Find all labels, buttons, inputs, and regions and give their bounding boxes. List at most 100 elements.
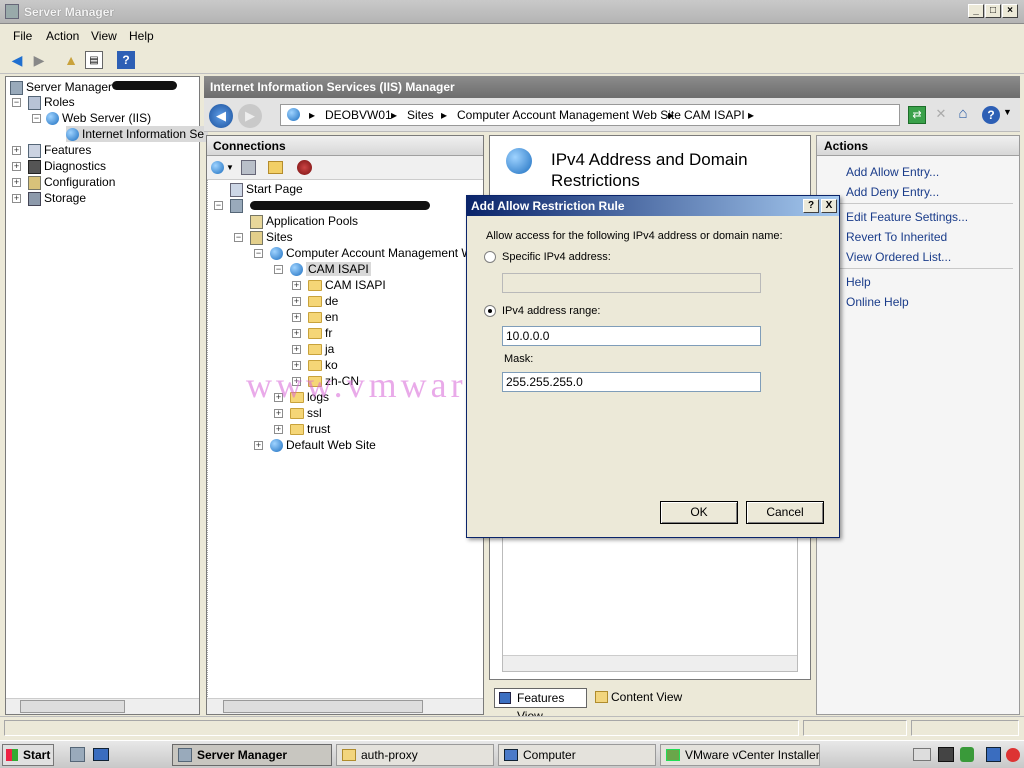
expand-toggle[interactable]: + — [274, 409, 283, 418]
horizontal-scrollbar[interactable] — [503, 655, 797, 671]
collapse-toggle[interactable]: − — [12, 98, 21, 107]
expand-toggle[interactable]: + — [274, 425, 283, 434]
tree-item-server-manager[interactable]: Server Manager — [10, 79, 112, 95]
mask-input[interactable]: 255.255.255.0 — [502, 372, 761, 392]
horizontal-scrollbar[interactable] — [6, 698, 199, 714]
chevron-down-icon[interactable]: ▼ — [226, 163, 234, 172]
tree-item-server[interactable] — [230, 197, 246, 213]
tree-item-default-web-site[interactable]: Default Web Site — [270, 437, 376, 453]
collapse-toggle[interactable]: − — [234, 233, 243, 242]
tree-item-sites[interactable]: Sites — [250, 229, 293, 245]
menu-file[interactable]: File — [13, 29, 32, 43]
task-server-manager[interactable]: Server Manager — [172, 744, 332, 766]
tab-content-view[interactable]: Content View — [593, 688, 689, 708]
stop-icon[interactable]: ✕ — [932, 106, 950, 124]
breadcrumb-item[interactable]: DEOBVW01 — [325, 105, 392, 125]
expand-toggle[interactable]: + — [12, 194, 21, 203]
breadcrumb-item[interactable]: CAM ISAPI — [684, 105, 745, 125]
tree-item-cam-isapi-folder[interactable]: CAM ISAPI — [308, 277, 386, 293]
tree-item-start-page[interactable]: Start Page — [230, 181, 303, 197]
expand-toggle[interactable]: + — [292, 345, 301, 354]
action-add-deny-entry[interactable]: Add Deny Entry... — [846, 185, 939, 199]
collapse-toggle[interactable]: − — [214, 201, 223, 210]
collapse-toggle[interactable]: − — [254, 249, 263, 258]
action-add-allow-entry[interactable]: Add Allow Entry... — [846, 165, 939, 179]
specific-ipv4-input[interactable] — [502, 273, 761, 293]
network-tray-icon[interactable] — [986, 747, 1001, 762]
connect-icon[interactable] — [211, 161, 224, 174]
expand-toggle[interactable]: + — [292, 313, 301, 322]
action-revert-to-inherited[interactable]: Revert To Inherited — [846, 230, 947, 244]
expand-toggle[interactable]: + — [292, 329, 301, 338]
horizontal-scrollbar[interactable] — [207, 698, 483, 714]
collapse-toggle[interactable]: − — [32, 114, 41, 123]
back-button[interactable]: ◀ — [209, 104, 233, 128]
tree-item-web-server[interactable]: Web Server (IIS) — [46, 110, 151, 126]
task-auth-proxy[interactable]: auth-proxy — [336, 744, 494, 766]
dialog-help-button[interactable]: ? — [803, 199, 819, 213]
tree-item-folder-de[interactable]: de — [308, 293, 338, 309]
dialog-close-button[interactable]: X — [821, 199, 837, 213]
expand-toggle[interactable]: + — [292, 297, 301, 306]
cancel-button[interactable]: Cancel — [746, 501, 824, 524]
action-edit-feature-settings[interactable]: Edit Feature Settings... — [846, 210, 968, 224]
home-icon[interactable]: ⌂ — [954, 105, 972, 123]
tree-item-features[interactable]: Features — [28, 142, 91, 158]
tree-item-roles[interactable]: Roles — [28, 94, 75, 110]
help-dropdown-icon[interactable]: ? — [982, 106, 1000, 124]
action-online-help[interactable]: Online Help — [846, 295, 909, 309]
expand-toggle[interactable]: + — [12, 146, 21, 155]
breadcrumb-item[interactable]: Sites — [407, 105, 434, 125]
chevron-down-icon[interactable]: ▼ — [1003, 107, 1012, 117]
maximize-button[interactable]: □ — [985, 4, 1001, 18]
tree-item-storage[interactable]: Storage — [28, 190, 86, 206]
help-icon[interactable]: ? — [117, 51, 135, 69]
expand-toggle[interactable]: + — [12, 178, 21, 187]
tree-item-cam-isapi-app[interactable]: CAM ISAPI — [290, 261, 371, 277]
breadcrumb-item[interactable]: Computer Account Management Web Site — [457, 105, 681, 125]
save-icon[interactable] — [241, 160, 256, 175]
tree-item-diagnostics[interactable]: Diagnostics — [28, 158, 106, 174]
task-vmware-vcenter-installer[interactable]: VMware vCenter Installer — [660, 744, 820, 766]
scroll-thumb[interactable] — [223, 700, 423, 713]
server-manager-quicklaunch-icon[interactable] — [70, 747, 85, 762]
close-button[interactable]: × — [1002, 4, 1018, 18]
forward-arrow-icon[interactable]: ▶ — [30, 51, 48, 69]
ok-button[interactable]: OK — [660, 501, 738, 524]
keyboard-tray-icon[interactable] — [913, 748, 931, 761]
tree-item-configuration[interactable]: Configuration — [28, 174, 115, 190]
tree-item-iis-manager[interactable]: Internet Information Se — [66, 126, 209, 142]
tree-item-folder-fr[interactable]: fr — [308, 325, 332, 341]
show-hide-tree-icon[interactable]: ▤ — [85, 51, 103, 69]
tree-item-cam-site[interactable]: Computer Account Management Web — [270, 245, 486, 261]
up-folder-icon[interactable] — [268, 161, 283, 174]
up-folder-icon[interactable]: ▲ — [62, 51, 80, 69]
shield-tray-icon[interactable] — [960, 747, 974, 762]
tree-item-folder-en[interactable]: en — [308, 309, 338, 325]
expand-toggle[interactable]: + — [292, 281, 301, 290]
ipv4-range-input[interactable]: 10.0.0.0 — [502, 326, 761, 346]
forward-button[interactable]: ▶ — [238, 104, 262, 128]
expand-toggle[interactable]: + — [254, 441, 263, 450]
radio-ipv4-range[interactable] — [484, 305, 496, 317]
disconnect-icon[interactable] — [297, 160, 312, 175]
tree-item-folder-ja[interactable]: ja — [308, 341, 334, 357]
minimize-button[interactable]: _ — [968, 4, 984, 18]
task-computer[interactable]: Computer — [498, 744, 656, 766]
menu-help[interactable]: Help — [129, 29, 154, 43]
sound-muted-tray-icon[interactable] — [1006, 748, 1020, 762]
radio-specific-ipv4[interactable] — [484, 251, 496, 263]
collapse-toggle[interactable]: − — [274, 265, 283, 274]
menu-view[interactable]: View — [91, 29, 117, 43]
scroll-thumb[interactable] — [20, 700, 125, 713]
back-arrow-icon[interactable]: ◀ — [8, 51, 26, 69]
menu-action[interactable]: Action — [46, 29, 79, 43]
tab-features-view[interactable]: Features View — [494, 688, 587, 723]
tree-item-folder-trust[interactable]: trust — [290, 421, 330, 437]
desktop-quicklaunch-icon[interactable] — [93, 748, 109, 761]
start-button[interactable]: Start — [2, 744, 54, 766]
tree-item-folder-ssl[interactable]: ssl — [290, 405, 322, 421]
action-help[interactable]: Help — [846, 275, 871, 289]
tree-item-app-pools[interactable]: Application Pools — [250, 213, 358, 229]
vm-tools-tray-icon[interactable] — [938, 747, 954, 762]
